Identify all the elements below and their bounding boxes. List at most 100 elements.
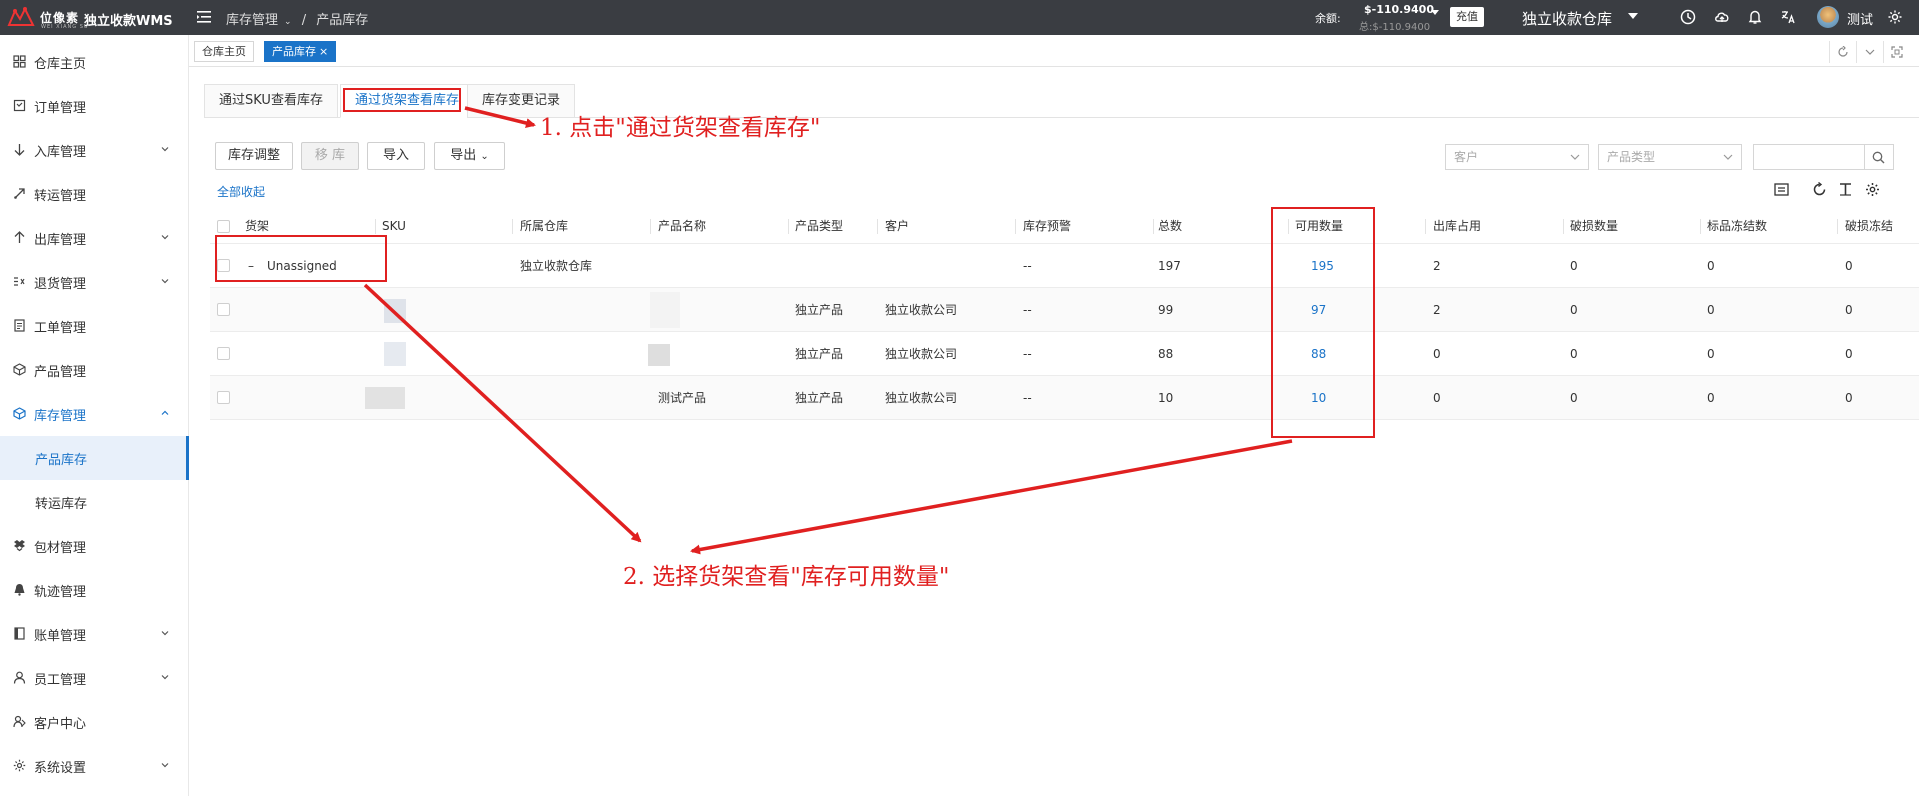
column-header-outbound-occupied[interactable]: 出库占用 [1433,209,1481,244]
column-header-customer[interactable]: 客户 [885,209,909,244]
column-header-stock-warning[interactable]: 库存预警 [1023,209,1071,244]
column-header-warehouse[interactable]: 所属仓库 [520,209,568,244]
menu-toggle-icon[interactable] [197,10,211,24]
app-logo[interactable]: 位像素 WEI XIANG SU 独立收款WMS [4,4,184,31]
breadcrumb-separator: / [301,13,307,28]
package-icon [14,540,25,552]
sidebar-item-workorders[interactable]: 工单管理 [0,304,189,348]
settings-gear-icon[interactable] [1887,9,1903,25]
tab-view-by-sku[interactable]: 通过SKU查看库存 [204,84,338,118]
sidebar-item-inbound[interactable]: 入库管理 [0,128,189,172]
sidebar-item-returns[interactable]: 退货管理 [0,260,189,304]
fullscreen-button[interactable] [1883,41,1909,63]
cell-damaged-frozen: 0 [1845,391,1853,405]
sidebar-subitem-product-inventory[interactable]: 产品库存 [0,436,189,480]
search-input[interactable] [1753,144,1865,170]
warehouse-selector[interactable]: 独立收款仓库 [1522,8,1612,29]
balance-dropdown-icon[interactable] [1431,10,1439,15]
column-filter-icon[interactable] [1774,182,1789,197]
product-type-placeholder: 产品类型 [1607,150,1656,164]
column-divider[interactable] [1015,219,1016,234]
breadcrumb-item-inventory[interactable]: 库存管理 [226,13,278,28]
column-header-standard-frozen[interactable]: 标品冻结数 [1707,209,1767,244]
close-icon[interactable]: × [319,45,328,58]
warehouse-dropdown-icon[interactable] [1628,13,1638,19]
sidebar-item-staff[interactable]: 员工管理 [0,656,189,700]
table-row[interactable]: 独立产品 独立收款公司 -- 88 88 0 0 0 0 [210,332,1919,376]
cell-total: 10 [1158,391,1174,405]
sidebar-item-system-settings[interactable]: 系统设置 [0,744,189,788]
column-divider[interactable] [1837,219,1838,234]
tab-dropdown-button[interactable] [1856,41,1882,63]
sidebar-item-orders[interactable]: 订单管理 [0,84,189,128]
column-divider[interactable] [788,219,789,234]
select-all-checkbox[interactable] [217,220,230,233]
column-divider[interactable] [650,219,651,234]
sidebar-item-packaging[interactable]: 包材管理 [0,524,189,568]
breadcrumb-item-current: 产品库存 [316,13,369,28]
import-button[interactable]: 导入 [367,142,425,170]
move-stock-button[interactable]: 移 库 [301,142,359,170]
sidebar-item-outbound[interactable]: 出库管理 [0,216,189,260]
workorder-icon [14,319,25,332]
order-icon [13,99,26,112]
page-tab-product-inventory[interactable]: 产品库存 × [264,41,337,62]
table-row[interactable]: 测试产品 独立产品 独立收款公司 -- 10 10 0 0 0 0 [210,376,1919,420]
sidebar-item-warehouse-home[interactable]: 仓库主页 [0,40,189,84]
sidebar-item-tracking[interactable]: 轨迹管理 [0,568,189,612]
column-header-damaged[interactable]: 破损数量 [1570,209,1618,244]
cloud-upload-icon[interactable] [1714,9,1730,25]
column-header-product-type[interactable]: 产品类型 [795,209,843,244]
customer-select[interactable]: 客户 [1445,144,1589,170]
sidebar-item-transfer[interactable]: 转运管理 [0,172,189,216]
column-divider[interactable] [1700,219,1701,234]
sidebar-item-inventory[interactable]: 库存管理 [0,392,189,436]
sidebar-item-label: 轨迹管理 [34,585,87,600]
column-header-damaged-frozen[interactable]: 破损冻结 [1845,209,1915,244]
sidebar-item-label: 转运管理 [34,189,87,204]
table-settings-icon[interactable] [1865,182,1880,197]
table-row[interactable]: 独立产品 独立收款公司 -- 99 97 2 0 0 0 [210,288,1919,332]
column-divider[interactable] [512,219,513,234]
sidebar-item-label: 入库管理 [34,145,87,160]
refresh-tab-button[interactable] [1829,41,1855,63]
column-divider[interactable] [1563,219,1564,234]
sidebar-item-products[interactable]: 产品管理 [0,348,189,392]
page-tab-warehouse-home[interactable]: 仓库主页 [194,41,254,62]
cell-product-type: 独立产品 [795,303,844,317]
row-checkbox[interactable] [217,391,230,404]
page-tab-label: 产品库存 [272,45,316,58]
clock-icon[interactable] [1680,9,1696,25]
avatar[interactable] [1817,6,1839,28]
column-header-product-name[interactable]: 产品名称 [658,209,706,244]
stock-adjust-button[interactable]: 库存调整 [215,142,293,170]
sidebar-item-billing[interactable]: 账单管理 [0,612,189,656]
inventory-view-tabs: 通过SKU查看库存 通过货架查看库存 库存变更记录 [204,84,1919,118]
bell-icon[interactable] [1747,9,1763,25]
user-name[interactable]: 测试 [1847,9,1873,28]
column-divider[interactable] [877,219,878,234]
logo-mark-icon [7,6,35,26]
collapse-all-link[interactable]: 全部收起 [217,183,265,200]
row-checkbox[interactable] [217,347,230,360]
refresh-icon[interactable] [1812,182,1827,197]
sidebar-item-label: 客户中心 [34,717,87,732]
sidebar-item-label: 出库管理 [34,233,87,248]
table-row[interactable]: – Unassigned 独立收款仓库 -- 197 195 2 0 0 0 [210,244,1919,288]
text-size-icon[interactable] [1838,182,1853,197]
column-divider[interactable] [1153,219,1154,234]
product-type-select[interactable]: 产品类型 [1598,144,1742,170]
translate-icon[interactable] [1780,9,1796,25]
column-divider[interactable] [1425,219,1426,234]
export-button[interactable]: 导出 ⌄ [434,142,505,170]
cell-customer: 独立收款公司 [885,391,958,405]
row-checkbox[interactable] [217,303,230,316]
cell-total: 88 [1158,347,1174,361]
sidebar-item-customer-center[interactable]: 客户中心 [0,700,189,744]
sidebar-subitem-transfer-inventory[interactable]: 转运库存 [0,480,189,524]
column-header-total[interactable]: 总数 [1158,209,1182,244]
search-button[interactable] [1864,144,1894,170]
chevron-down-icon [161,763,169,768]
recharge-button[interactable]: 充值 [1450,7,1484,27]
column-divider[interactable] [375,219,376,234]
